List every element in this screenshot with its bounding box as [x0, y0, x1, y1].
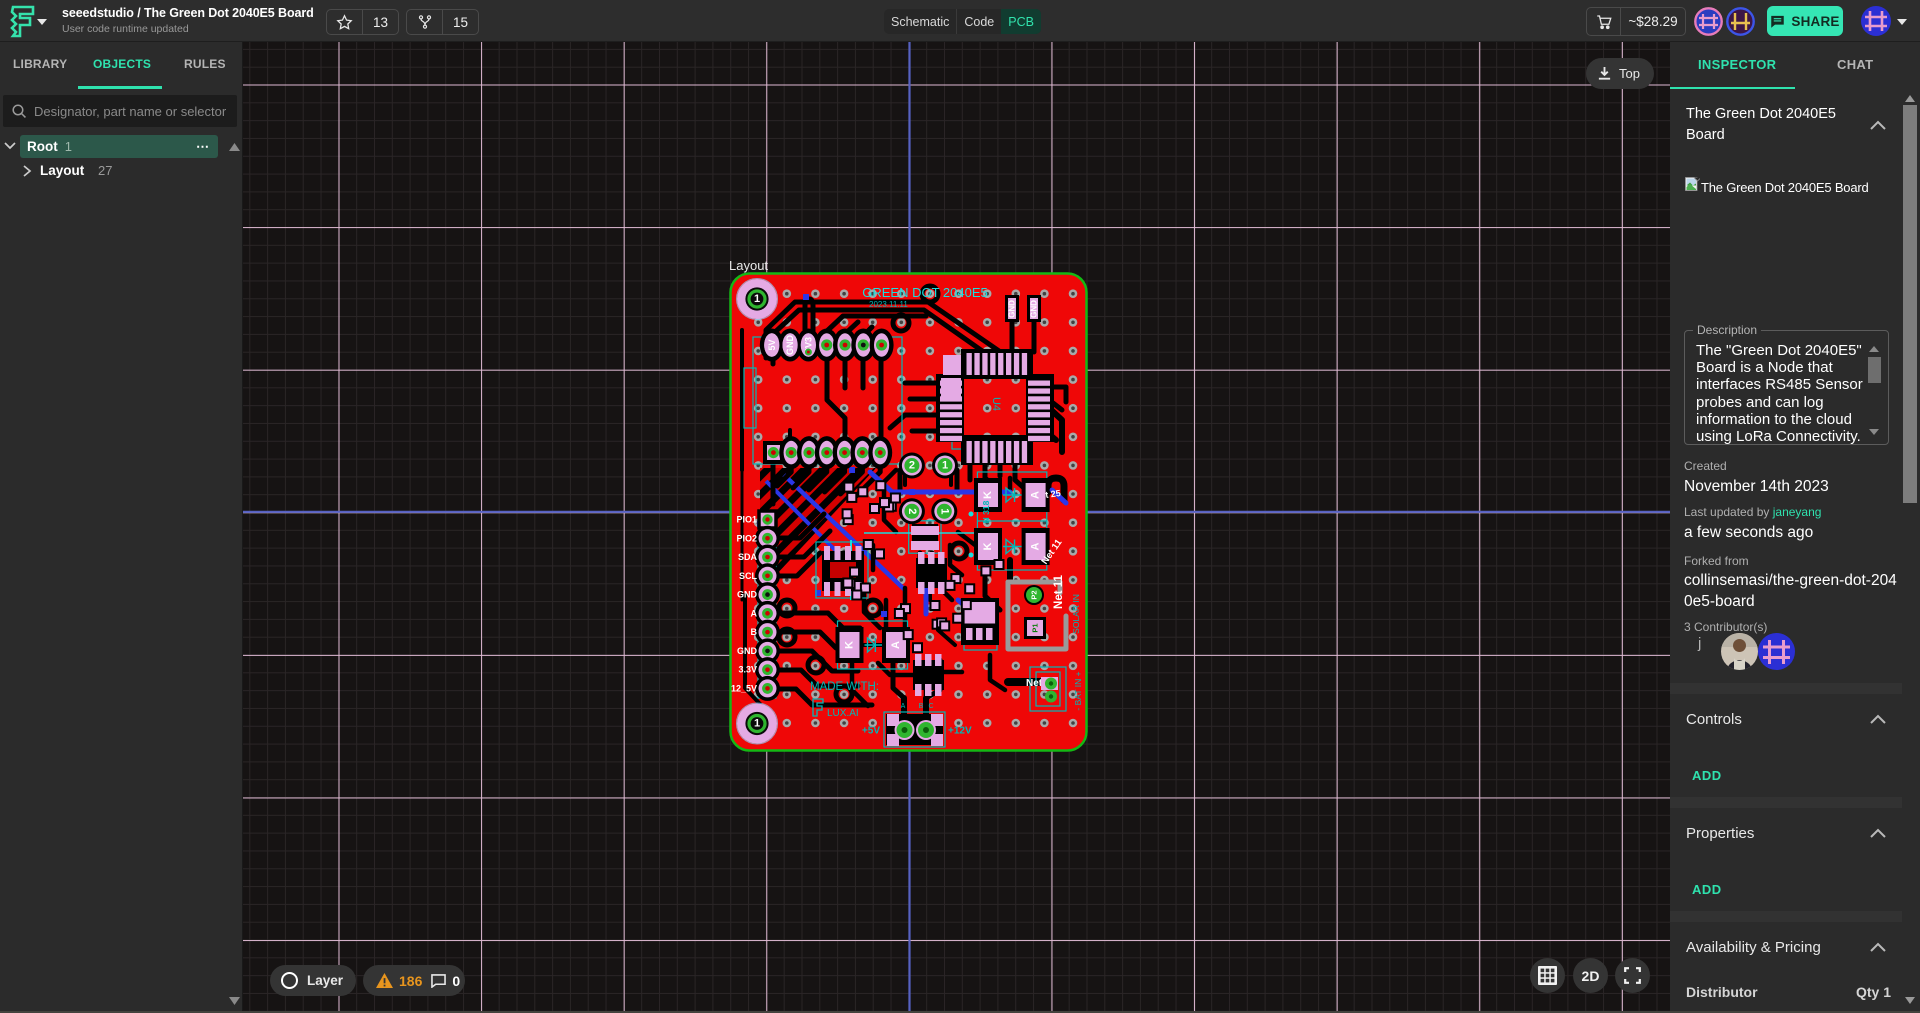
svg-text:2023.11.11: 2023.11.11	[869, 300, 908, 309]
svg-text:1: 1	[942, 460, 948, 472]
svg-text:SOLAR IN: SOLAR IN	[1071, 594, 1081, 634]
svg-text:C: C	[928, 703, 933, 710]
svg-text:U4: U4	[990, 397, 1002, 411]
svg-text:A: A	[1030, 491, 1042, 499]
svg-text:PIO2: PIO2	[736, 533, 757, 543]
svg-text:+12V: +12V	[948, 726, 972, 737]
svg-text:1: 1	[754, 718, 760, 730]
svg-text:GND: GND	[737, 590, 758, 600]
svg-text:K: K	[844, 641, 856, 649]
svg-text:1: 1	[938, 508, 950, 514]
svg-text:3.3V: 3.3V	[738, 665, 757, 675]
svg-text:A: A	[1030, 542, 1042, 550]
svg-text:P1: P1	[1031, 623, 1040, 632]
svg-text:2: 2	[906, 508, 918, 514]
svg-text:Net 11: Net 11	[1053, 574, 1065, 608]
svg-text:GND: GND	[1030, 300, 1039, 318]
svg-text:A: A	[751, 608, 758, 618]
svg-text:SDA: SDA	[738, 552, 758, 562]
svg-text:PIO1: PIO1	[736, 515, 757, 525]
svg-text:GND: GND	[1008, 300, 1017, 318]
svg-text:B: B	[919, 703, 924, 710]
svg-text:+5V: +5V	[862, 726, 880, 737]
svg-text:5V: 5V	[767, 339, 777, 350]
svg-text:K: K	[982, 491, 994, 499]
svg-text:K: K	[982, 542, 994, 550]
svg-text:SCL: SCL	[739, 571, 758, 581]
svg-text:MADE WITH:: MADE WITH:	[810, 681, 879, 693]
svg-text:- BAT IN +: - BAT IN +	[1073, 671, 1083, 710]
svg-text:GND: GND	[737, 646, 758, 656]
svg-text:A: A	[901, 703, 906, 710]
svg-text:12_5V: 12_5V	[731, 683, 757, 693]
svg-text:GND: GND	[785, 335, 795, 356]
svg-text:N 318: N 318	[981, 500, 991, 523]
svg-text:LUX.AI: LUX.AI	[827, 708, 859, 719]
svg-text:GREEN DOT 2040E5: GREEN DOT 2040E5	[862, 285, 987, 300]
svg-text:B: B	[751, 627, 758, 637]
svg-text:1: 1	[754, 293, 760, 305]
svg-text:2: 2	[909, 460, 915, 472]
svg-text:P2: P2	[1030, 590, 1039, 599]
svg-text:A: A	[890, 641, 902, 649]
svg-text:t 25: t 25	[1045, 488, 1062, 500]
